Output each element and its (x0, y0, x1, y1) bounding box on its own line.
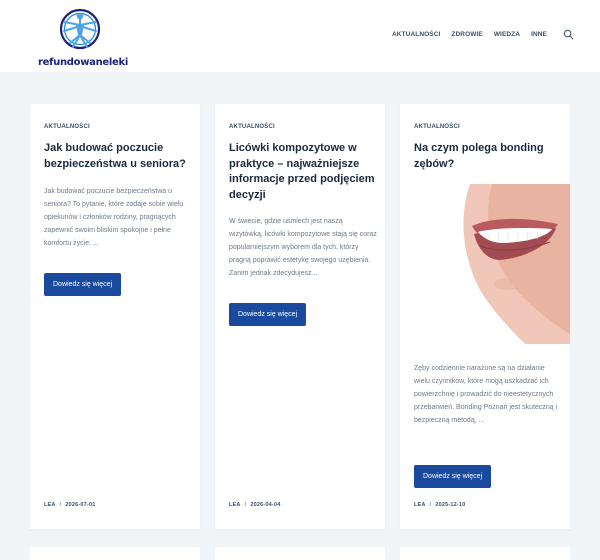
read-more-button[interactable]: Dowiedz się więcej (229, 303, 307, 326)
search-icon[interactable] (563, 29, 574, 40)
post-excerpt: W świecie, gdzie uśmiech jest naszą wizy… (229, 218, 377, 277)
nav-item-wiedza[interactable]: WIEDZA (494, 31, 520, 38)
site-logo[interactable]: refundowaneleki (38, 7, 128, 69)
post-author[interactable]: LEA (44, 502, 56, 508)
post-card-next-row (215, 547, 385, 560)
post-card: AKTUALNOŚCI Jak budować poczucie bezpiec… (30, 104, 200, 529)
smile-photo (400, 184, 570, 344)
post-featured-image[interactable] (400, 184, 570, 344)
post-date: 2026-07-01 (65, 502, 96, 508)
post-title[interactable]: Jak budować poczucie bezpieczeństwa u se… (44, 141, 192, 172)
vitruvian-man-logo-icon (59, 8, 101, 50)
post-category[interactable]: AKTUALNOŚCI (44, 124, 90, 130)
post-title[interactable]: Licówki kompozytowe w praktyce – najważn… (229, 141, 377, 203)
meta-separator: / (429, 502, 432, 508)
main-nav: AKTUALNOŚCI ZDROWIE WIEDZA INNE (381, 26, 574, 42)
meta-separator: / (59, 502, 62, 508)
post-excerpt: Jak budować poczucie bezpieczeństwa u se… (44, 188, 184, 247)
post-date: 2026-04-04 (250, 502, 281, 508)
post-category[interactable]: AKTUALNOŚCI (414, 124, 460, 130)
post-author[interactable]: LEA (229, 502, 241, 508)
post-card: AKTUALNOŚCI Na czym polega bonding zębów… (400, 104, 570, 529)
post-category[interactable]: AKTUALNOŚCI (229, 124, 275, 130)
logo-text: refundowaneleki (38, 57, 129, 68)
read-more-button[interactable]: Dowiedz się więcej (44, 273, 122, 296)
post-author[interactable]: LEA (414, 502, 426, 508)
meta-separator: / (244, 502, 247, 508)
post-meta: LEA/2025-12-10 (414, 502, 465, 508)
post-card-next-row (400, 547, 570, 560)
post-title[interactable]: Na czym polega bonding zębów? (414, 141, 562, 172)
post-meta: LEA/2026-04-04 (229, 502, 280, 508)
post-excerpt: Zęby codziennie narażone są na działanie… (414, 365, 558, 424)
post-meta: LEA/2026-07-01 (44, 502, 95, 508)
read-more-button[interactable]: Dowiedz się więcej (414, 465, 492, 488)
post-card-next-row (30, 547, 200, 560)
nav-item-aktualnosci[interactable]: AKTUALNOŚCI (392, 31, 440, 38)
post-card: AKTUALNOŚCI Licówki kompozytowe w prakty… (215, 104, 385, 529)
nav-item-inne[interactable]: INNE (531, 31, 547, 38)
post-date: 2025-12-10 (435, 502, 466, 508)
site-header: refundowaneleki AKTUALNOŚCI ZDROWIE WIED… (0, 0, 600, 72)
nav-item-zdrowie[interactable]: ZDROWIE (451, 31, 482, 38)
